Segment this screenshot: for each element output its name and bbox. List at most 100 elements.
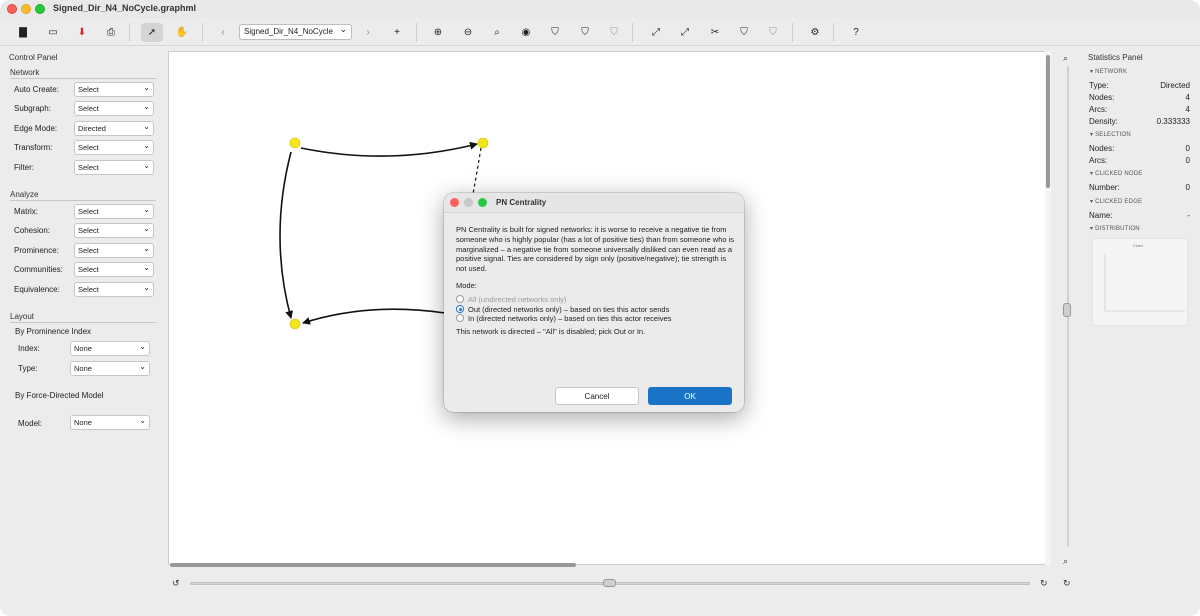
zoom-window-button[interactable] (35, 4, 45, 14)
edge-2-4[interactable] (472, 147, 482, 195)
hand-icon[interactable]: ✋ (171, 23, 193, 42)
search-icon[interactable]: ⌕ (486, 23, 508, 42)
filter-icon[interactable]: ⛉ (574, 23, 596, 42)
tools-icon[interactable]: ✂ (704, 23, 726, 42)
rotate-right-icon[interactable]: ↻ (1040, 578, 1048, 589)
clicked-node-number-label: Number: (1089, 183, 1120, 192)
cancel-button[interactable]: Cancel (555, 387, 639, 405)
edge-icon[interactable]: ⤢ (674, 23, 696, 42)
analyze-section-heading: Analyze (10, 190, 39, 199)
help-icon[interactable]: ? (845, 23, 867, 42)
equivalence-select[interactable]: Select ⌄ (74, 282, 154, 297)
divider (10, 322, 156, 323)
distribution-chart-axes (1104, 253, 1185, 312)
edge-icon[interactable]: ⤢ (645, 23, 667, 42)
mode-option-all-label: All (undirected networks only) (468, 294, 567, 304)
filter-icon[interactable]: ⛉ (762, 23, 784, 42)
matrix-select[interactable]: Select ⌄ (74, 204, 154, 219)
auto-create-select[interactable]: Select ⌄ (74, 82, 154, 97)
prev-icon[interactable]: ‹ (212, 23, 234, 42)
communities-select[interactable]: Select ⌄ (74, 262, 154, 277)
pointer-icon[interactable]: ➚ (141, 23, 163, 42)
distribution-chart-title: Chart (1133, 243, 1143, 248)
clicked-edge-heading[interactable]: ▾ CLICKED EDGE (1090, 198, 1142, 205)
selection-nodes-value: 0 (1185, 144, 1190, 153)
control-panel-title: Control Panel (9, 53, 58, 62)
radio-all (456, 295, 464, 303)
minimize-window-button[interactable] (21, 4, 31, 14)
zoom-out-icon[interactable]: ⌕ (1063, 556, 1068, 567)
transform-select[interactable]: Select ⌄ (74, 140, 154, 155)
selection-arcs-value: 0 (1185, 156, 1190, 165)
pn-centrality-dialog: PN Centrality PN Centrality is built for… (444, 193, 744, 412)
clicked-edge-name-label: Name: (1089, 211, 1113, 220)
filter-select[interactable]: Select ⌄ (74, 160, 154, 175)
toolbar: ▇ ▭ ⬇ ⎙ ➚ ✋ ‹ Signed_Dir_N4_NoCycle › + … (0, 19, 1200, 46)
mode-option-in[interactable]: In (directed networks only) – based on t… (456, 313, 671, 323)
download-icon[interactable]: ⬇ (71, 23, 93, 42)
node-3[interactable] (289, 318, 301, 330)
zoom-in-icon[interactable]: ⊕ (427, 23, 449, 42)
transform-value: Select (78, 143, 99, 152)
title-bar: Signed_Dir_N4_NoCycle.graphml (0, 0, 1200, 19)
node-1[interactable] (289, 137, 301, 149)
folder-icon[interactable]: ▭ (42, 23, 64, 42)
radio-out[interactable] (456, 305, 464, 313)
zoom-out-icon[interactable]: ⊖ (457, 23, 479, 42)
distribution-heading[interactable]: ▾ DISTRIBUTION (1090, 225, 1140, 232)
gear-icon[interactable]: ⚙ (804, 23, 826, 42)
dialog-description: PN Centrality is built for signed networ… (456, 225, 735, 274)
print-icon[interactable]: ⎙ (100, 23, 122, 42)
matrix-value: Select (78, 207, 99, 216)
layout-section-heading: Layout (10, 312, 35, 321)
prominence-select[interactable]: Select ⌄ (74, 243, 154, 258)
toolbar-separator (129, 23, 130, 42)
vertical-scrollbar-thumb[interactable] (1046, 55, 1050, 188)
clicked-node-number-value: 0 (1185, 183, 1190, 192)
dialog-zoom-button[interactable] (478, 198, 487, 207)
model-select[interactable]: None ⌄ (70, 415, 150, 430)
network-select[interactable]: Signed_Dir_N4_NoCycle (239, 24, 352, 40)
nodes-stat-value: 4 (1185, 93, 1190, 102)
selection-stats-heading[interactable]: ▾ SELECTION (1090, 131, 1131, 138)
edge-4-3[interactable] (302, 308, 446, 325)
horizontal-scrollbar-thumb[interactable] (170, 563, 576, 567)
edge-mode-select[interactable]: Directed ⌄ (74, 121, 154, 136)
dialog-minimize-button (464, 198, 473, 207)
filter-icon[interactable]: ⛉ (603, 23, 625, 42)
radio-in[interactable] (456, 314, 464, 322)
network-stats-heading[interactable]: ▾ NETWORK (1090, 68, 1127, 75)
rotate-icon[interactable]: ◉ (515, 23, 537, 42)
open-folder-icon[interactable]: ▇ (12, 23, 34, 42)
divider (10, 200, 156, 201)
filter-icon[interactable]: ⛉ (544, 23, 566, 42)
auto-create-label: Auto Create: (14, 85, 59, 94)
next-icon[interactable]: › (357, 23, 379, 42)
ok-button[interactable]: OK (648, 387, 732, 405)
edge-1-3[interactable] (279, 151, 294, 319)
toolbar-separator (833, 23, 834, 42)
cohesion-value: Select (78, 226, 99, 235)
type-label: Type: (18, 364, 38, 373)
cohesion-select[interactable]: Select ⌄ (74, 223, 154, 238)
close-window-button[interactable] (7, 4, 17, 14)
add-icon[interactable]: + (386, 23, 408, 42)
index-select[interactable]: None ⌄ (70, 341, 150, 356)
network-section-heading: Network (10, 68, 40, 77)
node-2[interactable] (477, 137, 489, 149)
arcs-stat-label: Arcs: (1089, 105, 1108, 114)
edge-1-2[interactable] (300, 141, 478, 157)
dialog-close-button[interactable] (450, 198, 459, 207)
toolbar-separator (416, 23, 417, 42)
rotation-slider-handle[interactable] (603, 579, 616, 587)
communities-value: Select (78, 265, 99, 274)
filter-icon[interactable]: ⛉ (733, 23, 755, 42)
zoom-in-icon[interactable]: ⌕ (1063, 53, 1068, 64)
zoom-slider-handle[interactable] (1063, 303, 1071, 317)
rotate-left-icon[interactable]: ↺ (172, 578, 180, 589)
type-select[interactable]: None ⌄ (70, 361, 150, 376)
clicked-node-heading[interactable]: ▾ CLICKED NODE (1090, 170, 1143, 177)
prominence-label: Prominence: (14, 246, 59, 255)
subgraph-select[interactable]: Select ⌄ (74, 101, 154, 116)
reset-icon[interactable]: ↻ (1063, 578, 1071, 589)
